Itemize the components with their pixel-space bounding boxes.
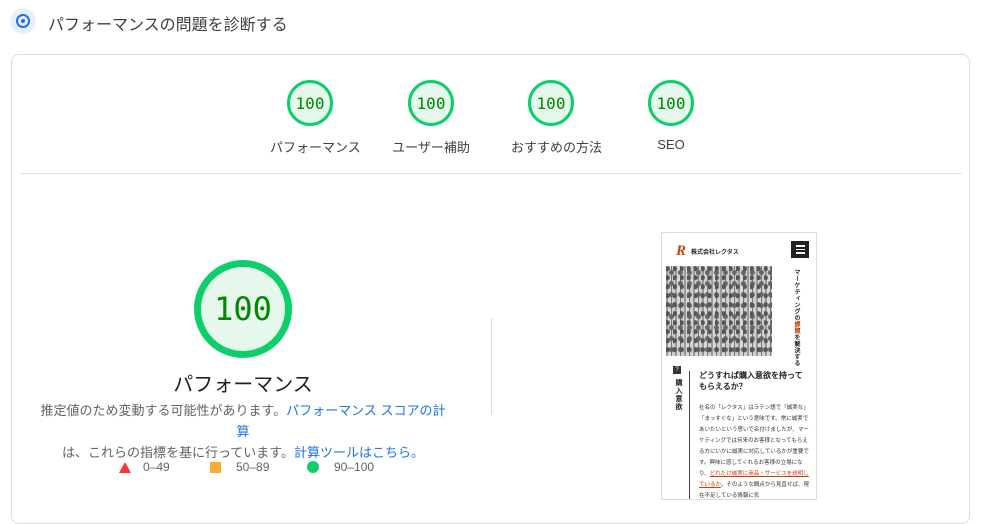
desc-text: は、これらの指標を基に行っています。 <box>61 445 295 460</box>
category-best-practices[interactable]: 100 おすすめの方法 <box>511 80 603 156</box>
diagnose-icon <box>10 8 36 34</box>
side-label: 購入意欲 <box>675 379 682 411</box>
score-gauge: 100 <box>648 80 694 126</box>
question-icon: ? <box>673 366 681 374</box>
legend-range: 50–89 <box>236 460 270 474</box>
site-logo: R <box>676 243 687 259</box>
calculator-link[interactable]: 計算ツールはこちら。 <box>294 445 424 460</box>
article-body: 社名の「レクタス」はラテン語で「誠実な」「まっすぐな」という意味です。常に誠実で… <box>699 405 809 499</box>
site-brand: 株式会社レクタス <box>691 250 739 256</box>
category-accessibility[interactable]: 100 ユーザー補助 <box>391 80 471 156</box>
performance-score-gauge: 100 <box>194 260 292 358</box>
hero-caption: マーケティングの課題を解決する <box>793 269 799 367</box>
square-icon <box>210 461 221 473</box>
desc-text: 推定値のため変動する可能性があります。 <box>40 403 287 418</box>
circle-icon <box>307 461 319 473</box>
page-title: パフォーマンスの問題を診断する <box>48 17 288 34</box>
score-gauge: 100 <box>408 80 454 126</box>
category-performance[interactable]: 100 パフォーマンス <box>270 80 361 156</box>
performance-title: パフォーマンス <box>173 374 313 396</box>
category-label: おすすめの方法 <box>511 140 603 155</box>
divider <box>689 371 690 499</box>
divider-vertical <box>491 318 492 414</box>
section-header: パフォーマンスの問題を診断する <box>0 0 982 44</box>
article-heading: どうすれば購入意欲を持ってもらえるか？ <box>699 371 803 391</box>
page-screenshot-thumbnail[interactable]: R 株式会社レクタス マーケティングの課題を解決する ? 購入意欲 どうすれば購… <box>661 232 817 500</box>
category-label: SEO <box>657 137 685 152</box>
score-gauge: 100 <box>528 80 574 126</box>
legend-range: 0–49 <box>143 460 170 474</box>
category-label: パフォーマンス <box>270 140 361 155</box>
score-description: 推定値のため変動する可能性があります。パフォーマンス スコアの計算 は、これらの… <box>40 400 446 463</box>
legend-range: 90–100 <box>334 460 375 474</box>
legend-pass: 90–100 <box>307 460 374 474</box>
score-gauge: 100 <box>287 80 333 126</box>
divider <box>20 173 962 174</box>
legend-average: 50–89 <box>210 460 269 474</box>
hamburger-icon <box>791 241 809 258</box>
triangle-icon <box>119 461 131 473</box>
hero-image <box>666 266 772 356</box>
category-seo[interactable]: 100 SEO <box>631 80 711 152</box>
category-label: ユーザー補助 <box>392 140 470 155</box>
legend-fail: 0–49 <box>119 460 170 474</box>
